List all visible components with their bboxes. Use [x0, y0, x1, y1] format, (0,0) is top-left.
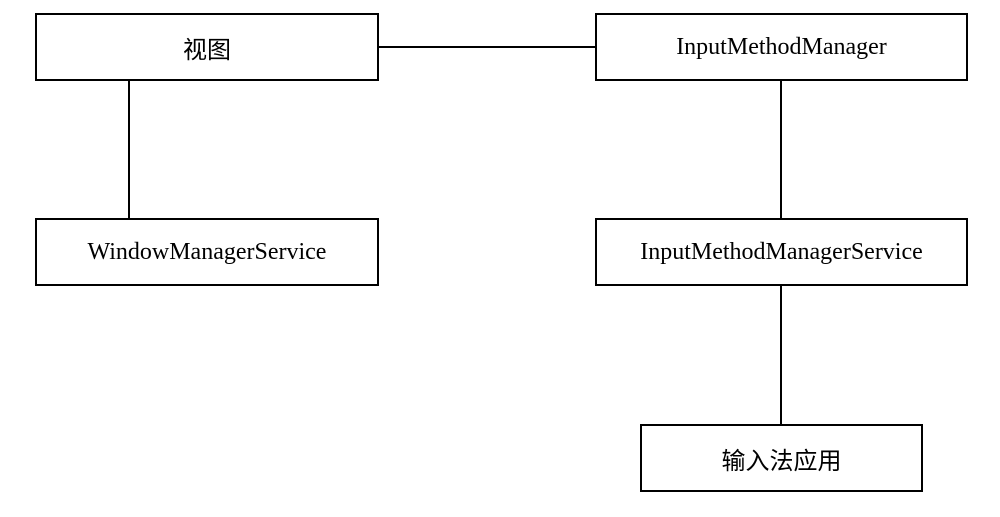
- box-input-method-manager-service: InputMethodManagerService: [595, 218, 968, 286]
- box-view-label: 视图: [183, 30, 231, 65]
- box-wms-label: WindowManagerService: [88, 239, 327, 266]
- box-imm-label: InputMethodManager: [676, 34, 887, 61]
- box-ime-application: 输入法应用: [640, 424, 923, 492]
- box-window-manager-service: WindowManagerService: [35, 218, 379, 286]
- connector-view-to-imm: [379, 46, 595, 48]
- connector-imms-to-ime-app: [780, 286, 782, 424]
- box-view: 视图: [35, 13, 379, 81]
- box-ime-app-label: 输入法应用: [722, 441, 842, 476]
- box-input-method-manager: InputMethodManager: [595, 13, 968, 81]
- connector-view-to-wms: [128, 81, 130, 218]
- connector-imm-to-imms: [780, 81, 782, 218]
- box-imms-label: InputMethodManagerService: [640, 239, 923, 266]
